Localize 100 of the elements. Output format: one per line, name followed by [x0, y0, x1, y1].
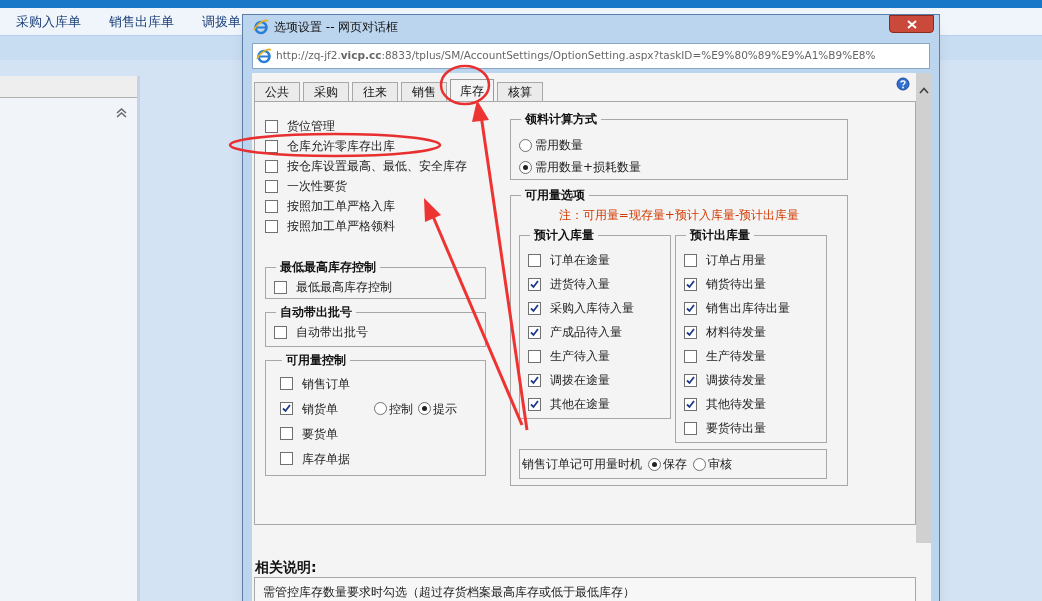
- option-label: 要货单: [302, 425, 338, 443]
- checkbox[interactable]: [280, 402, 293, 415]
- checkbox[interactable]: [274, 280, 287, 294]
- radio-button[interactable]: [519, 160, 532, 174]
- scroll-up-icon[interactable]: [918, 87, 929, 94]
- option-label: 自动带出批号: [296, 324, 368, 341]
- check-icon: [686, 327, 695, 337]
- checkbox[interactable]: [265, 199, 278, 213]
- tab[interactable]: 公共: [254, 82, 300, 101]
- document-tab[interactable]: 销售出库单: [109, 11, 174, 32]
- check-icon: [282, 404, 291, 413]
- checkbox[interactable]: [684, 301, 697, 315]
- check-icon: [530, 375, 539, 385]
- check-icon: [530, 399, 539, 409]
- checkbox[interactable]: [528, 301, 541, 315]
- checkbox[interactable]: [274, 325, 287, 339]
- checkbox[interactable]: [528, 373, 541, 387]
- check-icon: [530, 303, 539, 313]
- checkbox[interactable]: [265, 139, 278, 153]
- checkbox[interactable]: [528, 397, 541, 411]
- check-icon: [530, 279, 539, 289]
- option-label: 按照加工单严格入库: [287, 198, 395, 215]
- option-label: 按照加工单严格领料: [287, 218, 395, 235]
- checkbox[interactable]: [528, 349, 541, 363]
- address-field[interactable]: http://zq-jf2.vicp.cc:8833/tplus/SM/AccountSettings/OptionSetting.aspx?taskID=%E9%80%89%E9%A1%B9%E8%: [252, 43, 930, 69]
- option-label: 需用数量+损耗数量: [535, 159, 642, 176]
- url-text: http://zq-jf2.vicp.cc:8833/tplus/SM/AccountSettings/OptionSetting.aspx?taskID=%E9%80%89%E9%A1%B9%E8%: [276, 48, 876, 64]
- tab[interactable]: 销售: [401, 82, 447, 101]
- radio-button[interactable]: [418, 402, 431, 415]
- check-icon: [530, 327, 539, 337]
- option-label: 调拨在途量: [550, 372, 610, 389]
- checkbox[interactable]: [265, 219, 278, 233]
- option-label: 控制: [389, 400, 413, 418]
- checkbox[interactable]: [265, 159, 278, 173]
- option-label: 采购入库待入量: [550, 300, 634, 317]
- help-icon[interactable]: [896, 77, 910, 91]
- option-label: 其他待发量: [706, 396, 766, 413]
- option-label: 生产待发量: [706, 348, 766, 365]
- browser-icon: [256, 48, 272, 64]
- checkbox[interactable]: [684, 421, 697, 435]
- checkbox[interactable]: [684, 253, 697, 267]
- checkbox[interactable]: [265, 119, 278, 133]
- close-button[interactable]: [889, 15, 934, 33]
- check-icon: [686, 279, 695, 289]
- check-icon: [686, 303, 695, 313]
- check-icon: [686, 399, 695, 409]
- option-label: 销售订单: [302, 375, 350, 393]
- checkbox[interactable]: [528, 277, 541, 291]
- option-label: 要货待出量: [706, 420, 766, 437]
- tab[interactable]: 库存: [450, 79, 494, 101]
- window-title: 选项设置 -- 网页对话框: [274, 19, 399, 36]
- option-label: 销货单: [302, 400, 338, 418]
- option-label: 销货待出量: [706, 276, 766, 293]
- checkbox[interactable]: [684, 349, 697, 363]
- document-tab[interactable]: 调拨单: [202, 11, 241, 32]
- option-label: 审核: [708, 456, 732, 473]
- option-label: 材料待发量: [706, 324, 766, 341]
- scrollbar[interactable]: [916, 73, 931, 543]
- option-label: 货位管理: [287, 118, 335, 135]
- checkbox[interactable]: [684, 373, 697, 387]
- tab[interactable]: 核算: [497, 82, 543, 101]
- checkbox[interactable]: [280, 427, 293, 440]
- group-title: 可用量控制: [285, 352, 347, 369]
- option-label: 产成品待入量: [550, 324, 622, 341]
- close-icon: [906, 19, 917, 29]
- option-label: 仓库允许零库存出库: [287, 138, 395, 155]
- option-label: 生产待入量: [550, 348, 610, 365]
- group-title: 预计入库量: [533, 227, 595, 244]
- checkbox[interactable]: [684, 277, 697, 291]
- option-label: 调拨待发量: [706, 372, 766, 389]
- check-icon: [686, 375, 695, 385]
- option-label: 其他在途量: [550, 396, 610, 413]
- description-box: 需管控库存数量要求时勾选（超过存货档案最高库存或低于最低库存）: [254, 577, 916, 601]
- option-label: 一次性要货: [287, 178, 347, 195]
- checkbox[interactable]: [528, 325, 541, 339]
- group-title: 可用量选项: [524, 187, 586, 204]
- option-label: 提示: [433, 400, 457, 418]
- radio-button[interactable]: [648, 457, 661, 471]
- group-title: 领料计算方式: [523, 111, 598, 128]
- formula-note: 注：可用量=现存量+预计入库量-预计出库量: [557, 207, 801, 224]
- collapse-icon[interactable]: [116, 108, 127, 118]
- checkbox[interactable]: [684, 397, 697, 411]
- tab[interactable]: 往来: [352, 82, 398, 101]
- group-title: 预计出库量: [689, 227, 751, 244]
- option-label: 最低最高库存控制: [296, 279, 392, 296]
- option-label: 保存: [663, 456, 687, 473]
- document-tab[interactable]: 采购入库单: [16, 11, 81, 32]
- option-label: 进货待入量: [550, 276, 610, 293]
- checkbox[interactable]: [280, 377, 293, 390]
- description-title: 相关说明:: [254, 558, 318, 577]
- radio-button[interactable]: [693, 457, 706, 471]
- radio-button[interactable]: [374, 402, 387, 415]
- checkbox[interactable]: [280, 452, 293, 465]
- tab[interactable]: 采购: [303, 82, 349, 101]
- checkbox[interactable]: [684, 325, 697, 339]
- checkbox[interactable]: [265, 179, 278, 193]
- radio-button[interactable]: [519, 138, 532, 152]
- timing-label: 销售订单记可用量时机: [522, 456, 642, 473]
- option-label: 库存单据: [302, 450, 350, 468]
- checkbox[interactable]: [528, 253, 541, 267]
